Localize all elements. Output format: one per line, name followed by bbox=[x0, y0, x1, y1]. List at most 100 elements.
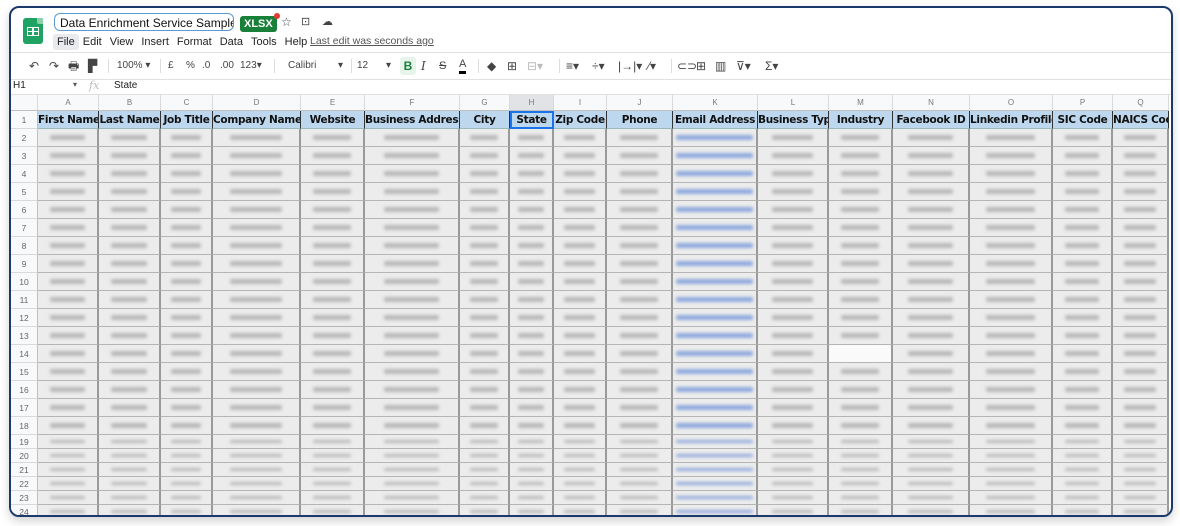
data-cell[interactable] bbox=[1113, 435, 1169, 449]
data-cell[interactable] bbox=[554, 463, 607, 477]
data-cell[interactable] bbox=[970, 477, 1053, 491]
data-cell[interactable] bbox=[301, 505, 365, 515]
data-cell[interactable] bbox=[460, 491, 510, 505]
data-cell[interactable] bbox=[301, 255, 365, 273]
data-cell[interactable] bbox=[1053, 147, 1113, 165]
bold-button[interactable]: B bbox=[400, 57, 416, 75]
data-cell[interactable] bbox=[99, 237, 161, 255]
data-cell[interactable] bbox=[673, 463, 758, 477]
data-cell[interactable] bbox=[510, 237, 554, 255]
data-cell[interactable] bbox=[365, 435, 460, 449]
data-cell[interactable] bbox=[365, 417, 460, 435]
header-cell[interactable]: Last Name bbox=[99, 111, 161, 129]
data-cell[interactable] bbox=[365, 219, 460, 237]
data-cell[interactable] bbox=[607, 129, 673, 147]
data-cell[interactable] bbox=[301, 237, 365, 255]
data-cell[interactable] bbox=[970, 147, 1053, 165]
data-cell[interactable] bbox=[99, 449, 161, 463]
data-cell[interactable] bbox=[607, 399, 673, 417]
data-cell[interactable] bbox=[554, 147, 607, 165]
data-cell[interactable] bbox=[460, 273, 510, 291]
data-cell[interactable] bbox=[970, 201, 1053, 219]
row-header[interactable]: 18 bbox=[11, 417, 38, 435]
data-cell[interactable] bbox=[970, 435, 1053, 449]
data-cell[interactable] bbox=[213, 147, 301, 165]
row-header[interactable]: 11 bbox=[11, 291, 38, 309]
data-cell[interactable] bbox=[99, 273, 161, 291]
data-cell[interactable] bbox=[365, 381, 460, 399]
data-cell[interactable] bbox=[607, 165, 673, 183]
column-header[interactable]: C bbox=[161, 95, 213, 111]
data-cell[interactable] bbox=[554, 363, 607, 381]
data-cell[interactable] bbox=[554, 273, 607, 291]
data-cell[interactable] bbox=[673, 363, 758, 381]
vertical-align-icon[interactable]: ÷▾ bbox=[592, 57, 605, 75]
data-cell[interactable] bbox=[893, 505, 970, 515]
data-cell[interactable] bbox=[161, 201, 213, 219]
row-header[interactable]: 17 bbox=[11, 399, 38, 417]
data-cell[interactable] bbox=[510, 165, 554, 183]
menu-edit[interactable]: Edit bbox=[79, 34, 106, 50]
data-cell[interactable] bbox=[607, 237, 673, 255]
data-cell[interactable] bbox=[38, 417, 99, 435]
row-header[interactable]: 10 bbox=[11, 273, 38, 291]
data-cell[interactable] bbox=[893, 147, 970, 165]
data-cell[interactable] bbox=[673, 291, 758, 309]
cloud-status-icon[interactable]: ☁ bbox=[322, 15, 333, 28]
data-cell[interactable] bbox=[1113, 449, 1169, 463]
data-cell[interactable] bbox=[607, 435, 673, 449]
data-cell[interactable] bbox=[38, 201, 99, 219]
header-cell[interactable]: Business Type bbox=[758, 111, 829, 129]
data-cell[interactable] bbox=[99, 435, 161, 449]
data-cell[interactable] bbox=[1053, 477, 1113, 491]
data-cell[interactable] bbox=[607, 381, 673, 399]
data-cell[interactable] bbox=[301, 435, 365, 449]
data-cell[interactable] bbox=[1053, 273, 1113, 291]
data-cell[interactable] bbox=[1053, 435, 1113, 449]
data-cell[interactable] bbox=[301, 273, 365, 291]
data-cell[interactable] bbox=[1113, 463, 1169, 477]
data-cell[interactable] bbox=[365, 255, 460, 273]
merge-cells-icon[interactable]: ⊟▾ bbox=[527, 57, 543, 75]
data-cell[interactable] bbox=[758, 165, 829, 183]
data-cell[interactable] bbox=[1053, 201, 1113, 219]
data-cell[interactable] bbox=[38, 505, 99, 515]
data-cell[interactable] bbox=[829, 201, 893, 219]
text-rotation-icon[interactable]: ⁄▾ bbox=[648, 57, 656, 75]
data-cell[interactable] bbox=[673, 449, 758, 463]
column-header[interactable]: A bbox=[38, 95, 99, 111]
header-cell[interactable]: Email Address bbox=[673, 111, 758, 129]
data-cell[interactable] bbox=[99, 201, 161, 219]
data-cell[interactable] bbox=[1113, 491, 1169, 505]
data-cell[interactable] bbox=[673, 201, 758, 219]
select-all-corner[interactable] bbox=[11, 95, 38, 111]
name-box[interactable]: H1 bbox=[13, 80, 26, 91]
row-header[interactable]: 8 bbox=[11, 237, 38, 255]
data-cell[interactable] bbox=[161, 327, 213, 345]
data-cell[interactable] bbox=[829, 273, 893, 291]
data-cell[interactable] bbox=[554, 219, 607, 237]
data-cell[interactable] bbox=[38, 183, 99, 201]
data-cell[interactable] bbox=[1053, 129, 1113, 147]
data-cell[interactable] bbox=[213, 463, 301, 477]
data-cell[interactable] bbox=[673, 505, 758, 515]
data-cell[interactable] bbox=[829, 381, 893, 399]
data-cell[interactable] bbox=[554, 165, 607, 183]
data-cell[interactable] bbox=[99, 291, 161, 309]
data-cell[interactable] bbox=[893, 491, 970, 505]
data-cell[interactable] bbox=[301, 327, 365, 345]
row-header[interactable]: 13 bbox=[11, 327, 38, 345]
functions-icon[interactable]: Σ▾ bbox=[765, 57, 778, 75]
data-cell[interactable] bbox=[161, 381, 213, 399]
data-cell[interactable] bbox=[301, 477, 365, 491]
data-cell[interactable] bbox=[758, 219, 829, 237]
percent-format-button[interactable]: % bbox=[186, 57, 195, 75]
data-cell[interactable] bbox=[758, 183, 829, 201]
data-cell[interactable] bbox=[829, 327, 893, 345]
data-cell[interactable] bbox=[970, 463, 1053, 477]
data-cell[interactable] bbox=[893, 309, 970, 327]
header-cell[interactable]: Zip Code bbox=[554, 111, 607, 129]
data-cell[interactable] bbox=[38, 435, 99, 449]
header-cell[interactable]: Linkedin Profile bbox=[970, 111, 1053, 129]
menu-insert[interactable]: Insert bbox=[137, 34, 173, 50]
